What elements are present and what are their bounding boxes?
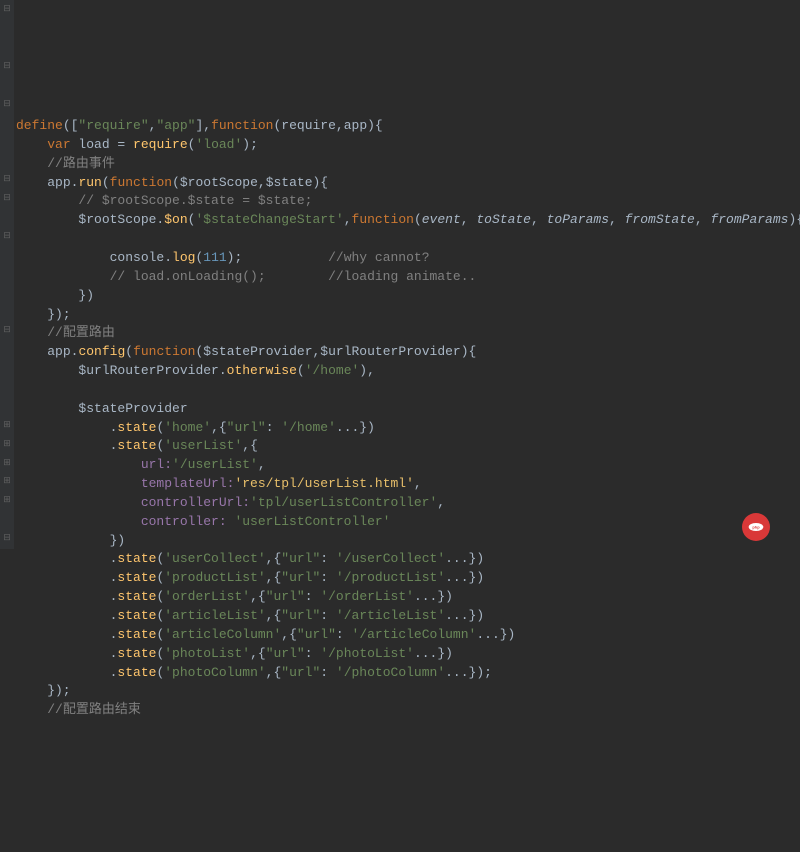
code-line: // load.onLoading(); //loading animate.. — [16, 269, 476, 284]
code-line: $stateProvider — [16, 401, 188, 416]
fold-icon[interactable]: ⊟ — [2, 533, 12, 543]
code-line: //路由事件 — [16, 156, 115, 171]
code-line: app.config(function($stateProvider,$urlR… — [16, 344, 476, 359]
fold-icon[interactable]: ⊞ — [2, 476, 12, 486]
code-line: $rootScope.$on('$stateChangeStart',funct… — [16, 212, 800, 227]
code-line: .state('photoColumn',{"url": '/photoColu… — [16, 665, 492, 680]
fold-icon[interactable]: ⊟ — [2, 4, 12, 14]
code-line: var load = require('load'); — [16, 137, 258, 152]
code-line: //配置路由结束 — [16, 702, 141, 717]
fold-icon[interactable]: ⊟ — [2, 325, 12, 335]
gutter: ⊟ ⊟ ⊟ ⊟ ⊟ ⊟ ⊟ ⊞ ⊞ ⊞ ⊞ ⊞ ⊟ — [0, 0, 14, 549]
code-line: controllerUrl:'tpl/userListController', — [16, 495, 445, 510]
fold-icon[interactable]: ⊟ — [2, 99, 12, 109]
code-line: .state('productList',{"url": '/productLi… — [16, 570, 484, 585]
code-line: app.run(function($rootScope,$state){ — [16, 175, 328, 190]
code-line: controller: 'userListController' — [16, 514, 390, 529]
code-line: }); — [16, 307, 71, 322]
code-line: $urlRouterProvider.otherwise('/home'), — [16, 363, 375, 378]
code-line: // $rootScope.$state = $state; — [16, 193, 312, 208]
code-line: .state('userCollect',{"url": '/userColle… — [16, 551, 484, 566]
code-editor[interactable]: define(["require","app"],function(requir… — [16, 117, 800, 720]
code-line: }) — [16, 533, 125, 548]
fold-icon[interactable]: ⊞ — [2, 495, 12, 505]
svg-text:php: php — [752, 525, 760, 530]
code-line: .state('userList',{ — [16, 438, 258, 453]
fold-icon[interactable]: ⊟ — [2, 231, 12, 241]
code-line: .state('articleColumn',{"url": '/article… — [16, 627, 515, 642]
code-line: .state('orderList',{"url": '/orderList'.… — [16, 589, 453, 604]
code-line: url:'/userList', — [16, 457, 266, 472]
fold-icon[interactable]: ⊟ — [2, 193, 12, 203]
code-line: console.log(111); //why cannot? — [16, 250, 430, 265]
fold-icon[interactable]: ⊞ — [2, 420, 12, 430]
fold-icon[interactable]: ⊟ — [2, 61, 12, 71]
code-line: .state('photoList',{"url": '/photoList'.… — [16, 646, 453, 661]
fold-icon[interactable]: ⊞ — [2, 458, 12, 468]
code-line: .state('articleList',{"url": '/articleLi… — [16, 608, 484, 623]
code-line: templateUrl:'res/tpl/userList.html', — [16, 476, 422, 491]
fold-icon[interactable]: ⊞ — [2, 439, 12, 449]
code-line: }); — [16, 683, 71, 698]
php-badge-icon[interactable]: php — [742, 513, 770, 541]
code-line: }) — [16, 288, 94, 303]
code-line: .state('home',{"url": '/home'...}) — [16, 420, 375, 435]
code-line: //配置路由 — [16, 325, 115, 340]
code-line: define(["require","app"],function(requir… — [16, 118, 383, 133]
fold-icon[interactable]: ⊟ — [2, 174, 12, 184]
